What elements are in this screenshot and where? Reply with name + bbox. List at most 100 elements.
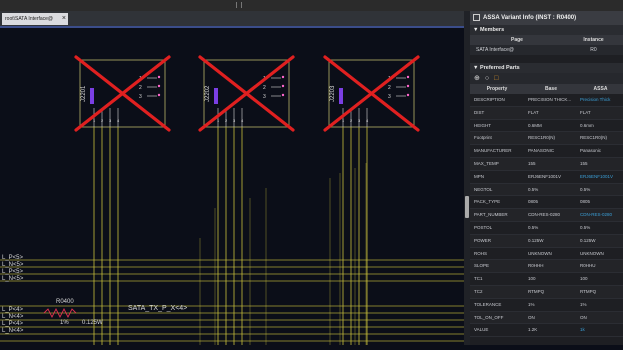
member-page: SATA Interface@: [476, 47, 514, 53]
splitter-handle[interactable]: [465, 196, 469, 218]
property-row[interactable]: SLOPE R0HHH R0HHU: [470, 260, 623, 274]
net-name-label: SATA_TX_P_X<4>: [128, 305, 187, 312]
cell-base: CDN-RES-0280: [528, 212, 561, 218]
col-instance[interactable]: Instance: [564, 35, 623, 45]
cell-prop: TOLERANCE: [474, 301, 502, 307]
net-label: L_N<5>: [2, 262, 24, 268]
pin-dot: [157, 75, 161, 79]
property-row[interactable]: PART_NUMBER CDN-RES-0280 CDN-RES-0280: [470, 209, 623, 222]
property-row[interactable]: MAX_TEMP 155 155: [470, 157, 623, 171]
schematic-drawing[interactable]: J22011234123J22021234123J22031234123 L_P…: [0, 28, 464, 345]
resistor-power: 0.125W: [82, 320, 103, 326]
cell-base: 1.2K: [528, 327, 538, 333]
connector-marker: [214, 88, 218, 104]
add-icon[interactable]: ⊕: [474, 75, 480, 82]
pin-number: 1: [342, 118, 345, 123]
preferred-section-header[interactable]: ▼ Preferred Parts: [470, 63, 623, 73]
cell-assa: ERJ6ENF1001V: [580, 173, 614, 179]
cell-prop: MAX_TEMP: [474, 160, 499, 166]
cell-prop: POSTOL: [474, 224, 493, 230]
cell-assa: 0.125W: [580, 237, 596, 243]
property-row[interactable]: TC2 RTMPQ RTMPQ: [470, 285, 623, 299]
cell-prop: TC1: [474, 276, 483, 282]
pin-dot: [406, 75, 410, 79]
property-row[interactable]: POWER 0.125W 0.125W: [470, 234, 623, 248]
cell-prop: VALUE: [474, 327, 489, 333]
cell-base: 155: [528, 160, 536, 166]
cell-base: 0.125W: [528, 237, 544, 243]
property-row[interactable]: MPN ERJ6ENF1001V ERJ6ENF1001V: [470, 170, 623, 184]
pin-number: 2: [139, 85, 142, 91]
cell-prop: SLOPE: [474, 263, 490, 269]
property-row[interactable]: TC1 100 100: [470, 273, 623, 286]
pin-dot: [281, 84, 285, 88]
pin-number: 3: [139, 94, 142, 100]
property-row[interactable]: TOL_ON_OFF ON ON: [470, 311, 623, 325]
property-row[interactable]: DESCRIPTION PRECISION THICK... Precision T…: [470, 94, 623, 107]
property-row[interactable]: NEGTOL 0.5% 0.5%: [470, 183, 623, 197]
net-label: L_P<4>: [2, 321, 24, 327]
property-row[interactable]: DIST FLAT FLAT: [470, 106, 623, 120]
pin-number: 1: [93, 118, 96, 123]
cell-assa: 0.5%: [580, 186, 591, 192]
property-row[interactable]: ROHS UNKNOWN UNKNOWN: [470, 247, 623, 261]
cell-base: 1%: [528, 301, 535, 307]
cell-assa: CDN-RES-0280: [580, 212, 613, 218]
cell-assa: UNKNOWN: [580, 250, 604, 256]
net-label: L_N<4>: [2, 328, 24, 334]
cell-assa: 1k: [580, 327, 585, 333]
connector-ref: J2201: [81, 85, 87, 102]
net-label: L_P<5>: [2, 269, 24, 275]
drag-grip-icon[interactable]: [236, 2, 242, 8]
property-row[interactable]: PACK_TYPE 0805 0805: [470, 196, 623, 210]
pin-number: 2: [225, 118, 228, 123]
cell-base: R0HHH: [528, 263, 544, 269]
net-label: L_N<4>: [2, 314, 24, 320]
connectors-layer: J22011234123J22021234123J22031234123: [74, 55, 420, 132]
col-assa[interactable]: ASSA: [578, 84, 623, 94]
preferred-section-label: Preferred Parts: [479, 65, 520, 71]
connector-symbol: J22011234123: [74, 55, 171, 132]
property-row[interactable]: MANUFACTURER PANASONIC Panasonic: [470, 145, 623, 158]
property-row[interactable]: POSTOL 0.5% 0.5%: [470, 221, 623, 235]
resistor-tolerance: 1%: [60, 320, 69, 326]
close-icon[interactable]: ×: [62, 13, 66, 25]
panel-title: ASSA Variant Info (INST : R0400): [470, 11, 623, 25]
pin-number: 4: [241, 118, 244, 123]
pin-dot: [281, 93, 285, 97]
cell-assa: Panasonic: [580, 148, 602, 154]
refresh-icon[interactable]: ○: [485, 75, 489, 82]
schematic-canvas[interactable]: J22011234123J22021234123J22031234123 L_P…: [0, 28, 464, 345]
cell-prop: POWER: [474, 237, 492, 243]
tab-sata-interface[interactable]: root\SATA Interface@ ×: [2, 13, 68, 25]
pin-dot: [281, 75, 285, 79]
tab-label: root\SATA Interface@: [5, 16, 53, 22]
col-property[interactable]: Property: [470, 84, 524, 94]
pin-number: 4: [366, 118, 369, 123]
members-row[interactable]: SATA Interface@ R0: [470, 45, 623, 55]
cell-base: 0.5%: [528, 224, 539, 230]
pin-number: 1: [217, 118, 220, 123]
property-row[interactable]: Footprint RESC1R0(N) RESC1R0(N): [470, 132, 623, 146]
col-page[interactable]: Page: [470, 35, 564, 45]
connector-symbol: J22021234123: [198, 55, 295, 132]
panel-icon: [473, 13, 480, 21]
pin-number: 2: [101, 118, 104, 123]
cell-base: 100: [528, 276, 536, 282]
square-icon[interactable]: □: [494, 75, 498, 82]
property-row[interactable]: HEIGHT 0.6MM 0.6mm: [470, 119, 623, 133]
net-label: L_N<5>: [2, 276, 24, 282]
property-row[interactable]: TOLERANCE 1% 1%: [470, 298, 623, 312]
preferred-table-header: Property Base ASSA: [470, 84, 623, 94]
connector-ref: J2202: [205, 85, 211, 102]
resistor-ref: R0400: [56, 299, 74, 305]
cell-prop: MPN: [474, 173, 484, 179]
cell-prop: HEIGHT: [474, 122, 492, 128]
members-section-header[interactable]: ▼ Members: [470, 25, 623, 35]
property-row[interactable]: VALUE 1.2K 1k: [470, 324, 623, 338]
connector-marker: [90, 88, 94, 104]
col-base[interactable]: Base: [524, 84, 578, 94]
cell-base: RESC1R0(N): [528, 135, 556, 141]
cell-assa: 155: [580, 160, 588, 166]
connector-ref: J2203: [330, 85, 336, 102]
